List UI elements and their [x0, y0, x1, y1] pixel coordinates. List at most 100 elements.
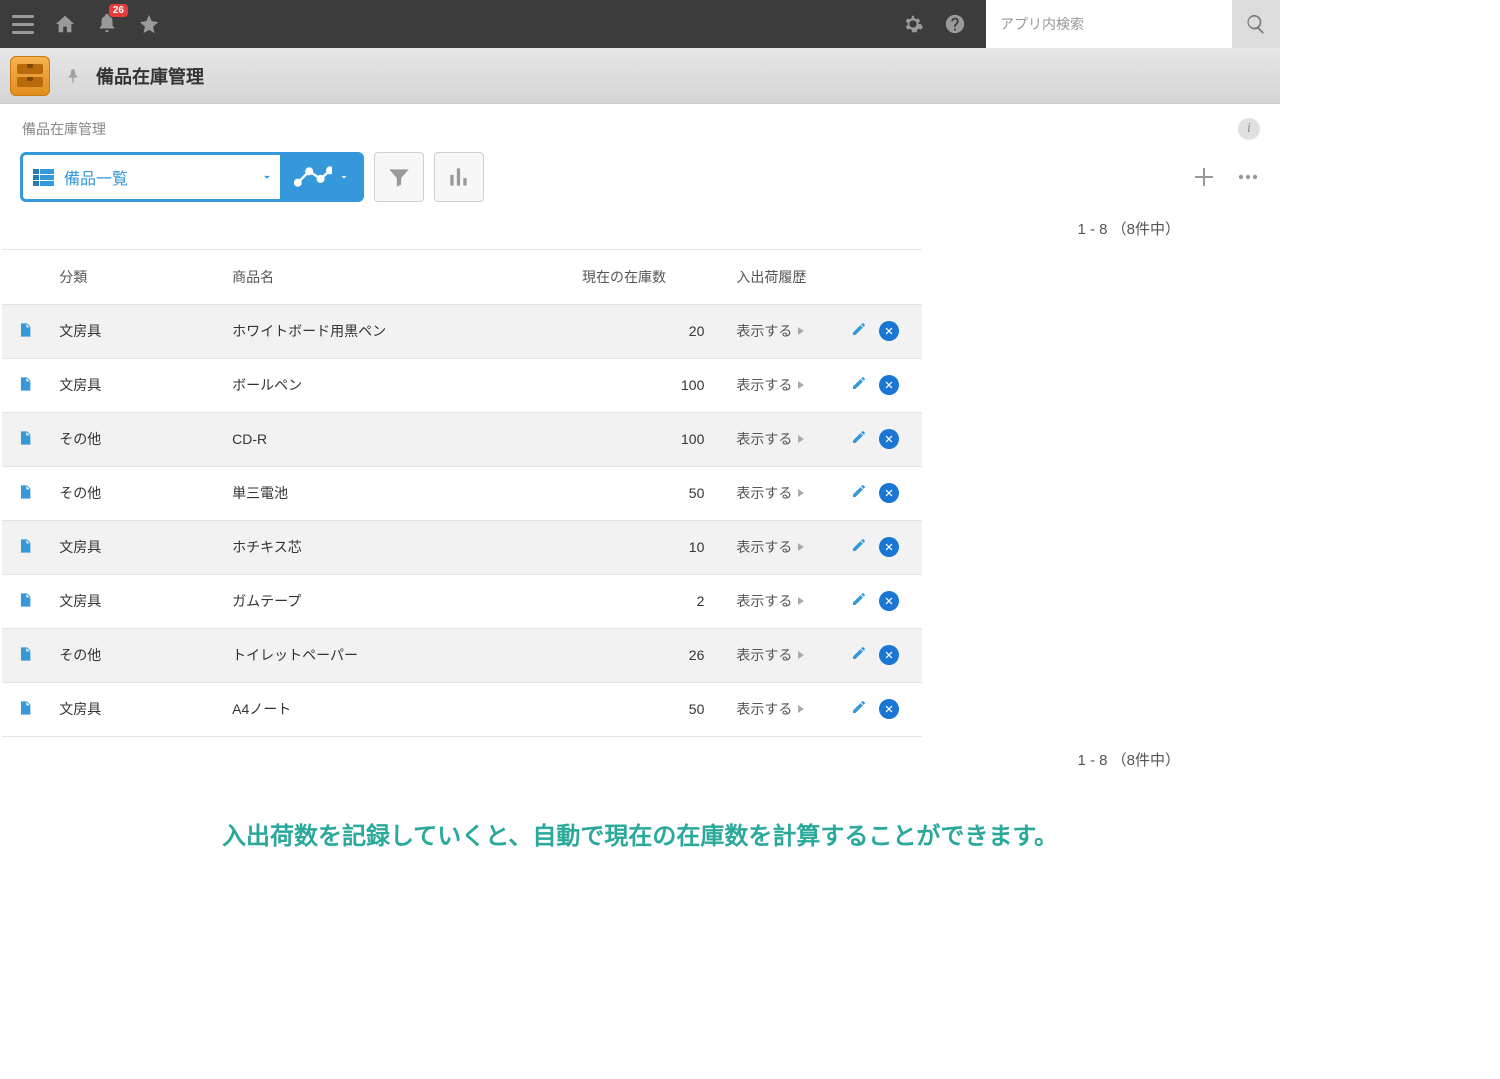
- row-category: 文房具: [47, 682, 220, 736]
- edit-button[interactable]: [851, 699, 867, 719]
- view-label: 備品一覧: [64, 165, 260, 189]
- row-history-link[interactable]: 表示する: [724, 304, 827, 358]
- pin-icon[interactable]: [64, 67, 82, 85]
- row-actions: [827, 574, 922, 628]
- row-stock: 100: [570, 412, 724, 466]
- row-category: 文房具: [47, 304, 220, 358]
- delete-button[interactable]: [879, 645, 899, 665]
- search-area: [986, 0, 1280, 48]
- delete-button[interactable]: [879, 699, 899, 719]
- row-stock: 26: [570, 628, 724, 682]
- search-button[interactable]: [1232, 0, 1280, 48]
- table-row[interactable]: その他CD-R100表示する: [2, 412, 922, 466]
- col-header-history[interactable]: 入出荷履歴: [724, 250, 827, 304]
- row-stock: 50: [570, 466, 724, 520]
- edit-button[interactable]: [851, 429, 867, 449]
- col-header-stock[interactable]: 現在の在庫数: [570, 250, 724, 304]
- table-row[interactable]: 文房具ボールペン100表示する: [2, 358, 922, 412]
- row-history-link[interactable]: 表示する: [724, 358, 827, 412]
- col-header-actions: [827, 250, 922, 304]
- table-row[interactable]: その他単三電池50表示する: [2, 466, 922, 520]
- pager-bottom: 1 - 8 （8件中）: [0, 737, 1280, 770]
- view-selector-group: 備品一覧: [20, 152, 364, 202]
- home-icon[interactable]: [54, 13, 76, 35]
- edit-button[interactable]: [851, 645, 867, 665]
- row-history-link[interactable]: 表示する: [724, 520, 827, 574]
- edit-button[interactable]: [851, 483, 867, 503]
- edit-button[interactable]: [851, 321, 867, 341]
- edit-button[interactable]: [851, 537, 867, 557]
- filter-button[interactable]: [374, 152, 424, 202]
- row-name: CD-R: [220, 412, 570, 466]
- col-header-name[interactable]: 商品名: [220, 250, 570, 304]
- app-icon: [10, 56, 50, 96]
- notification-badge: 26: [109, 4, 128, 17]
- chart-button[interactable]: [434, 152, 484, 202]
- header-right-group: [902, 0, 1280, 48]
- notifications-button[interactable]: 26: [96, 12, 118, 37]
- table-row[interactable]: 文房具A4ノート50表示する: [2, 682, 922, 736]
- row-history-link[interactable]: 表示する: [724, 466, 827, 520]
- delete-button[interactable]: [879, 429, 899, 449]
- table-header-row: 分類 商品名 現在の在庫数 入出荷履歴: [2, 250, 922, 304]
- gear-icon[interactable]: [902, 13, 924, 35]
- graph-button[interactable]: [280, 152, 364, 202]
- row-name: ボールペン: [220, 358, 570, 412]
- row-doc-icon[interactable]: [2, 628, 47, 682]
- table-row[interactable]: 文房具ホチキス芯10表示する: [2, 520, 922, 574]
- row-actions: [827, 466, 922, 520]
- breadcrumb-row: 備品在庫管理 i: [0, 104, 1280, 148]
- list-toolbar: 備品一覧: [0, 148, 1280, 218]
- star-icon[interactable]: [138, 13, 160, 35]
- help-icon[interactable]: [944, 13, 966, 35]
- breadcrumb: 備品在庫管理: [22, 119, 106, 139]
- menu-icon[interactable]: [12, 15, 34, 34]
- graph-icon: [294, 163, 332, 191]
- delete-button[interactable]: [879, 483, 899, 503]
- search-input[interactable]: [986, 0, 1232, 48]
- table-row[interactable]: 文房具ガムテープ2表示する: [2, 574, 922, 628]
- delete-button[interactable]: [879, 375, 899, 395]
- row-category: 文房具: [47, 574, 220, 628]
- view-selector[interactable]: 備品一覧: [20, 152, 280, 202]
- row-stock: 2: [570, 574, 724, 628]
- edit-button[interactable]: [851, 375, 867, 395]
- row-doc-icon[interactable]: [2, 466, 47, 520]
- row-doc-icon[interactable]: [2, 412, 47, 466]
- info-button[interactable]: i: [1238, 118, 1260, 140]
- search-icon: [1245, 13, 1267, 35]
- app-title: 備品在庫管理: [96, 63, 204, 89]
- row-doc-icon[interactable]: [2, 574, 47, 628]
- row-doc-icon[interactable]: [2, 520, 47, 574]
- delete-button[interactable]: [879, 591, 899, 611]
- bar-chart-icon: [446, 164, 472, 190]
- row-actions: [827, 358, 922, 412]
- row-doc-icon[interactable]: [2, 358, 47, 412]
- row-stock: 10: [570, 520, 724, 574]
- table-row[interactable]: 文房具ホワイトボード用黒ペン20表示する: [2, 304, 922, 358]
- header-left-group: 26: [12, 12, 160, 37]
- col-header-icon: [2, 250, 47, 304]
- table-icon: [33, 169, 54, 186]
- row-history-link[interactable]: 表示する: [724, 628, 827, 682]
- more-button[interactable]: [1236, 165, 1260, 189]
- row-history-link[interactable]: 表示する: [724, 682, 827, 736]
- delete-button[interactable]: [879, 537, 899, 557]
- row-history-link[interactable]: 表示する: [724, 412, 827, 466]
- row-history-link[interactable]: 表示する: [724, 574, 827, 628]
- add-button[interactable]: [1192, 165, 1216, 189]
- row-category: 文房具: [47, 520, 220, 574]
- row-category: 文房具: [47, 358, 220, 412]
- row-name: トイレットペーパー: [220, 628, 570, 682]
- row-category: その他: [47, 412, 220, 466]
- edit-button[interactable]: [851, 591, 867, 611]
- row-actions: [827, 520, 922, 574]
- row-doc-icon[interactable]: [2, 682, 47, 736]
- row-category: その他: [47, 628, 220, 682]
- row-doc-icon[interactable]: [2, 304, 47, 358]
- delete-button[interactable]: [879, 321, 899, 341]
- row-stock: 20: [570, 304, 724, 358]
- table-row[interactable]: その他トイレットペーパー26表示する: [2, 628, 922, 682]
- global-header: 26: [0, 0, 1280, 48]
- col-header-category[interactable]: 分類: [47, 250, 220, 304]
